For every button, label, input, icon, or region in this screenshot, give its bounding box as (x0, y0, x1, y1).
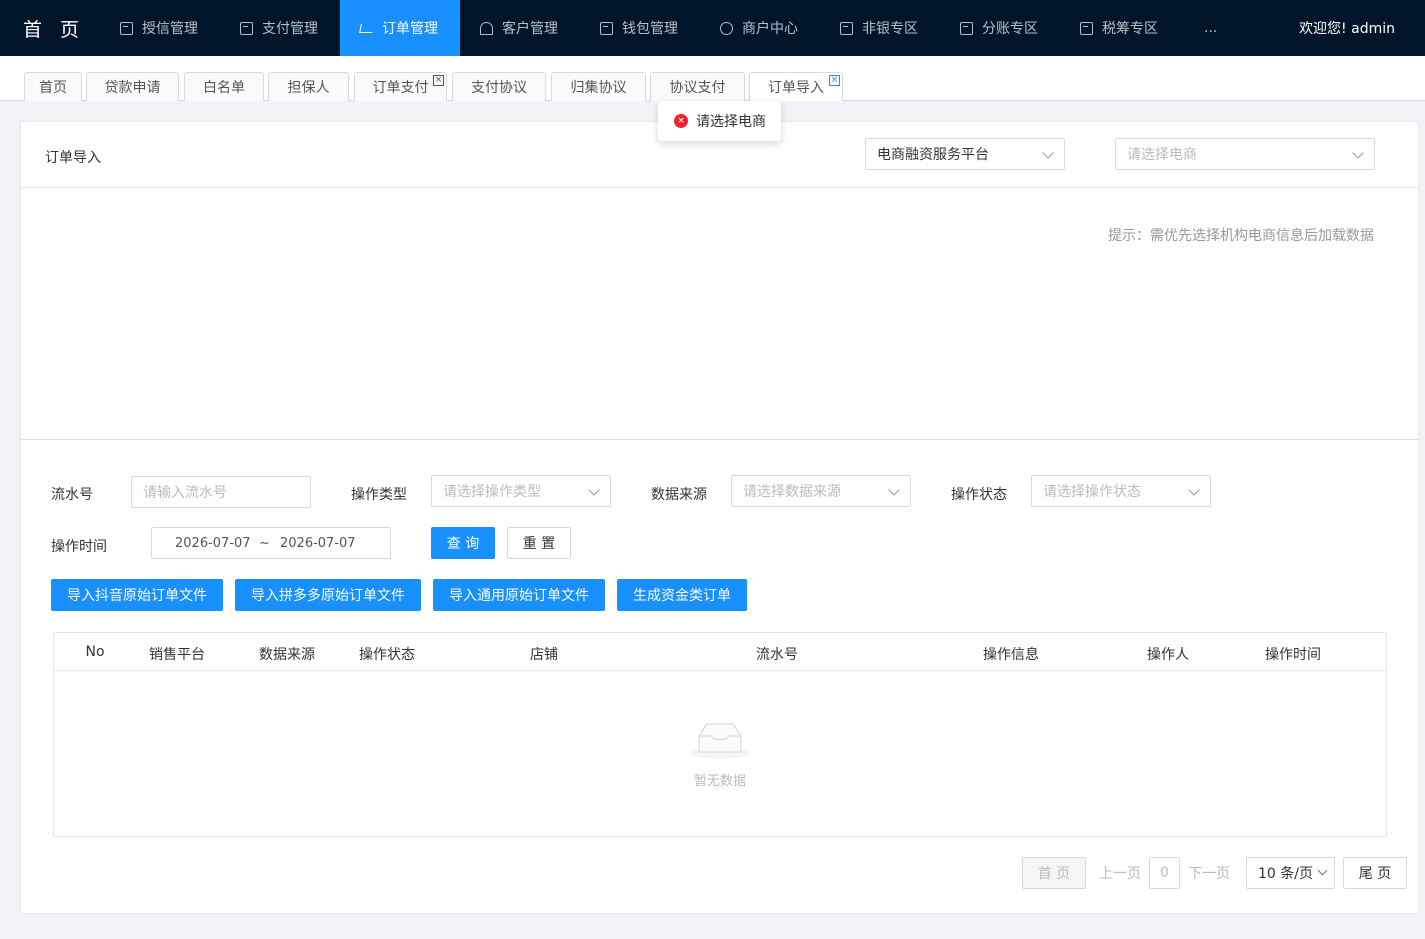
date-separator: ~ (259, 535, 270, 551)
top-nav: 首 页 授信管理 支付管理 订单管理 客户管理 钱包管理 商户中心 非银专区 分… (0, 0, 1425, 56)
chevron-down-icon (888, 484, 900, 496)
tab-whitelist[interactable]: 白名单 (184, 72, 264, 101)
nav-item-nonbank[interactable]: 非银专区 (820, 0, 940, 56)
doc-icon (1080, 21, 1093, 35)
date-start: 2026-07-07 (175, 535, 251, 551)
source-label: 数据来源 (651, 487, 707, 503)
error-toast: × 请选择电商 (658, 101, 781, 141)
tab-agreement-pay[interactable]: 协议支付 (650, 72, 745, 101)
doc-icon (840, 21, 853, 35)
orders-table: No 销售平台 数据来源 操作状态 店铺 流水号 操作信息 操作人 操作时间 暂… (53, 632, 1387, 837)
tab-home[interactable]: 首页 (24, 72, 82, 101)
nav-item-tax[interactable]: 税筹专区 (1060, 0, 1180, 56)
tab-loan-apply[interactable]: 贷款申请 (86, 72, 179, 101)
merchant-select[interactable]: 请选择电商 (1115, 138, 1375, 170)
serial-input[interactable]: 请输入流水号 (131, 476, 311, 508)
page-number[interactable]: 0 (1149, 857, 1180, 889)
nav-item-credit[interactable]: 授信管理 (100, 0, 220, 56)
nav-item-merchant[interactable]: 商户中心 (700, 0, 820, 56)
column-header-status: 操作状态 (359, 647, 415, 663)
empty-text: 暂无数据 (693, 774, 746, 789)
nav-home[interactable]: 首 页 (0, 0, 100, 56)
close-icon[interactable]: × (829, 75, 840, 86)
hint-text: 提示：需优先选择机构电商信息后加载数据 (1108, 228, 1374, 244)
nav-item-orders[interactable]: 订单管理 (340, 0, 460, 56)
date-end: 2026-07-07 (280, 535, 356, 551)
platform-select[interactable]: 电商融资服务平台 (865, 138, 1065, 170)
status-select[interactable]: 请选择操作状态 (1031, 475, 1211, 507)
cart-icon (359, 23, 374, 33)
page-title: 订单导入 (45, 150, 101, 166)
import-pinduoduo-button[interactable]: 导入拼多多原始订单文件 (235, 579, 421, 611)
chevron-down-icon (1317, 865, 1328, 876)
divider (21, 439, 1418, 440)
generate-fund-orders-button[interactable]: 生成资金类订单 (617, 579, 747, 611)
chevron-down-icon (588, 484, 600, 496)
serial-label: 流水号 (51, 487, 93, 503)
user-icon (480, 21, 493, 35)
doc-icon (240, 21, 253, 35)
status-label: 操作状态 (951, 487, 1007, 503)
column-header-info: 操作信息 (983, 647, 1039, 663)
doc-icon (960, 21, 973, 35)
source-select[interactable]: 请选择数据来源 (731, 475, 911, 507)
page-size-select[interactable]: 10 条/页 (1246, 857, 1335, 889)
tab-payment-agreement[interactable]: 支付协议 (452, 72, 546, 101)
nav-item-customers[interactable]: 客户管理 (460, 0, 580, 56)
tab-order-payment[interactable]: 订单支付 × (354, 72, 447, 101)
chevron-down-icon (1188, 484, 1200, 496)
next-page-button[interactable]: 下一页 (1187, 857, 1231, 889)
empty-inbox-icon (690, 723, 750, 759)
tab-bar: 首页 贷款申请 白名单 担保人 订单支付 × 支付协议 归集协议 协议支付 订单导… (0, 56, 1425, 101)
close-icon[interactable]: × (433, 75, 444, 86)
chevron-down-icon (1352, 147, 1364, 159)
tab-order-import[interactable]: 订单导入 × (749, 72, 843, 101)
time-label: 操作时间 (51, 539, 107, 555)
toast-message: 请选择电商 (696, 114, 766, 130)
prev-page-button[interactable]: 上一页 (1098, 857, 1142, 889)
import-douyin-button[interactable]: 导入抖音原始订单文件 (51, 579, 223, 611)
nav-item-wallet[interactable]: 钱包管理 (580, 0, 700, 56)
column-header-shop: 店铺 (530, 647, 558, 663)
tab-guarantor[interactable]: 担保人 (268, 72, 349, 101)
first-page-button[interactable]: 首 页 (1022, 857, 1086, 889)
error-icon: × (674, 114, 688, 128)
main-card: 订单导入 电商融资服务平台 请选择电商 提示：需优先选择机构电商信息后加载数据 … (20, 121, 1419, 914)
date-range-picker[interactable]: 2026-07-07 ~ 2026-07-07 (151, 527, 391, 559)
column-header-time: 操作时间 (1265, 647, 1321, 663)
welcome-text: 欢迎您! admin (1299, 21, 1395, 37)
column-header-operator: 操作人 (1147, 647, 1189, 663)
clock-icon (720, 21, 733, 35)
reset-button[interactable]: 重 置 (507, 527, 571, 559)
op-type-select[interactable]: 请选择操作类型 (431, 475, 611, 507)
nav-item-payment[interactable]: 支付管理 (220, 0, 340, 56)
op-type-label: 操作类型 (351, 487, 407, 503)
tab-collection-agreement[interactable]: 归集协议 (551, 72, 646, 101)
table-header: No 销售平台 数据来源 操作状态 店铺 流水号 操作信息 操作人 操作时间 (54, 633, 1386, 671)
import-generic-button[interactable]: 导入通用原始订单文件 (433, 579, 605, 611)
nav-item-split[interactable]: 分账专区 (940, 0, 1060, 56)
chevron-down-icon (1042, 147, 1054, 159)
form-icon (120, 21, 133, 35)
form-icon (600, 21, 613, 35)
query-button[interactable]: 查 询 (431, 527, 495, 559)
column-header-platform: 销售平台 (149, 647, 205, 663)
column-header-serial: 流水号 (756, 647, 798, 663)
column-header-source: 数据来源 (259, 647, 315, 663)
column-header-no: No (85, 644, 105, 660)
nav-more[interactable]: ... (1180, 20, 1240, 36)
last-page-button[interactable]: 尾 页 (1343, 857, 1407, 889)
